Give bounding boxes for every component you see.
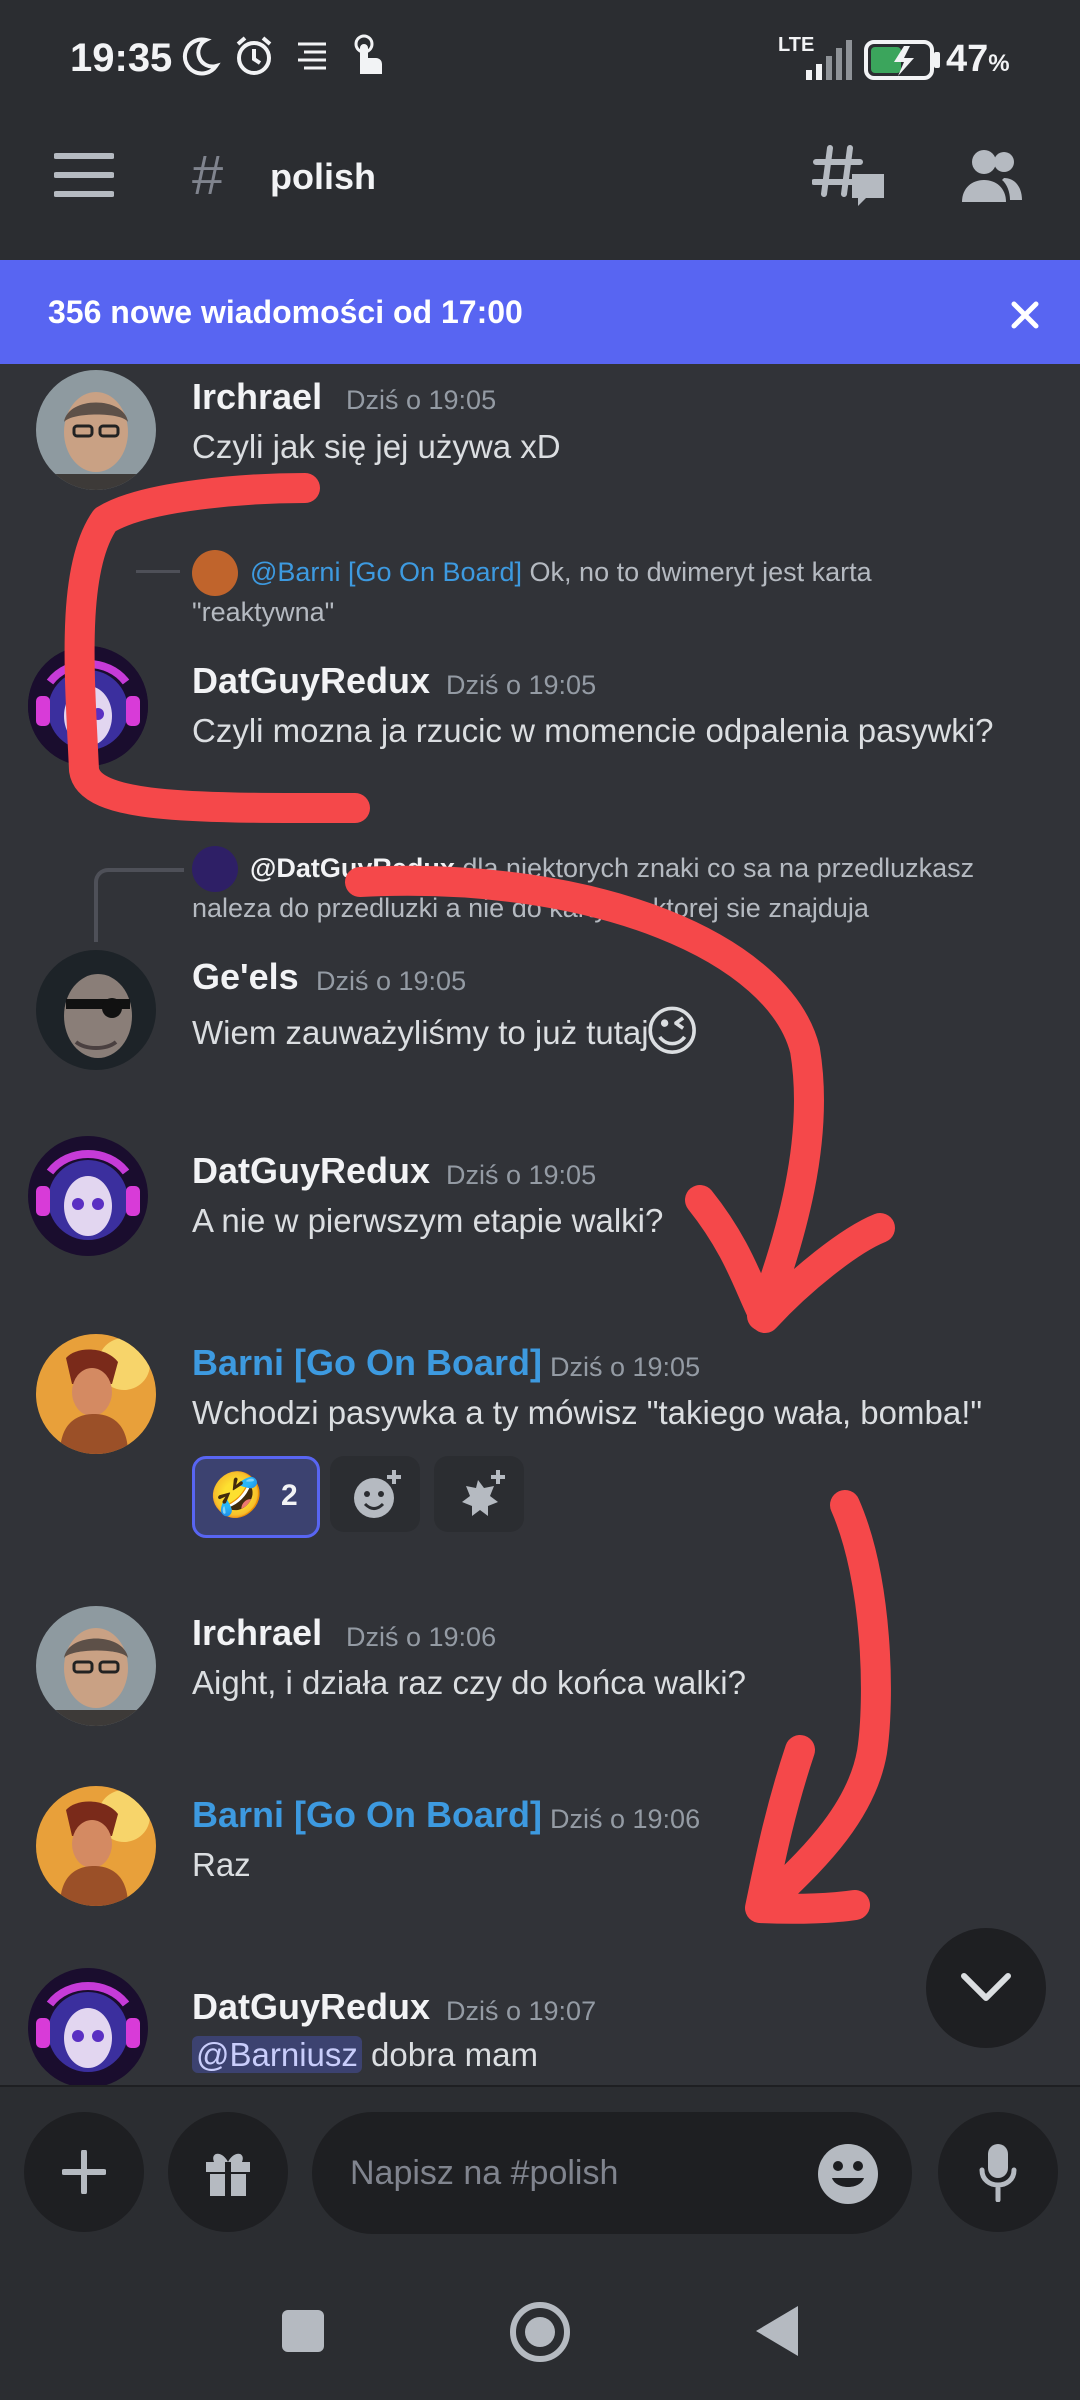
bracket-annotation [64,473,370,824]
avatar[interactable] [36,370,156,490]
avatar-datguyredux-image [28,1968,148,2088]
status-bar: 19:35 LTE 47% [0,0,1080,120]
message-author[interactable]: DatGuyRedux [192,1150,430,1192]
message-timestamp: Dziś o 19:07 [446,1996,597,2026]
home-icon[interactable] [508,2300,572,2364]
message-timestamp: Dziś o 19:05 [446,670,597,700]
down-arrow-annotation [745,1490,891,1924]
channel-name[interactable]: polish [270,156,376,198]
avatar-irchrael-image [36,370,156,490]
message-timestamp: Dziś o 19:05 [550,1352,701,1382]
threads-icon[interactable] [812,144,888,212]
message-text: @Barniusz dobra mam [192,2036,538,2074]
avatar-datguyredux-image [28,646,148,766]
back-icon[interactable] [754,2304,800,2358]
message-author[interactable]: Irchrael [192,376,322,418]
message-timestamp: Dziś o 19:05 [346,385,497,415]
reply-preview[interactable]: @DatGuyRedux dla niektorych znaki co sa … [192,848,1052,928]
reaction-chip[interactable]: 🤣 2 [192,1456,320,1538]
new-messages-text: 356 nowe wiadomości od 17:00 [48,294,523,330]
channel-hash-icon: # [192,143,224,206]
message-text: Raz [192,1846,251,1883]
curved-arrow-annotation [345,865,895,1333]
signal-icon [806,40,852,80]
avatar-barni-image [36,1786,156,1906]
channel-header [0,120,1080,260]
close-icon[interactable] [1010,300,1040,330]
wink-emoji: 😉 [644,1002,701,1062]
avatar-barni-image [36,1334,156,1454]
avatar-datguyredux-image [28,1136,148,1256]
message-timestamp: Dziś o 19:05 [316,966,467,996]
avatar[interactable] [36,950,156,1070]
reply-mention: @Barni [Go On Board] [250,557,523,587]
hamburger-menu-icon[interactable] [54,152,114,198]
microphone-icon [979,2144,1017,2202]
message-text: Czyli jak się jej używa xD [192,428,561,465]
message-author[interactable]: DatGuyRedux [192,1986,430,2028]
avatar[interactable] [28,1968,148,2088]
message-author[interactable]: Barni [Go On Board] [192,1794,542,1836]
touch-icon [354,34,382,74]
alarm-icon [236,36,272,75]
add-reaction-button[interactable] [330,1456,420,1532]
rofl-emoji: 🤣 [209,1471,264,1520]
message-author[interactable]: DatGuyRedux [192,660,430,702]
reply-connector [136,570,180,609]
add-super-reaction-button[interactable] [434,1456,524,1532]
reply-mention: @DatGuyRedux [250,853,455,883]
reply-preview[interactable]: @Barni [Go On Board] Ok, no to dwimeryt … [192,552,1042,632]
message-author[interactable]: Ge'els [192,956,299,998]
avatar[interactable] [36,1786,156,1906]
reply-snippet-cont: naleza do przedluzki a nie do karty na k… [192,893,869,923]
user-mention[interactable]: @Barniusz [192,2036,362,2073]
moon-icon [182,37,221,76]
avatar[interactable] [36,1334,156,1454]
message-text: A nie w pierwszym etapie walki? [192,1202,664,1239]
avatar[interactable] [36,1606,156,1726]
reply-connector [94,868,184,942]
emoji-picker-icon[interactable] [816,2142,880,2206]
reply-snippet-cont: "reaktywna" [192,597,335,627]
scroll-to-bottom-button[interactable] [926,1928,1046,2048]
gift-icon [206,2153,250,2196]
message-timestamp: Dziś o 19:06 [550,1804,701,1834]
add-reaction-icon [354,1470,401,1518]
voice-message-button[interactable] [938,2112,1058,2232]
reply-snippet: dla niektorych znaki co sa na przedluzka… [462,853,975,883]
gift-button[interactable] [168,2112,288,2232]
message-text: Wchodzi pasywka a ty mówisz "takiego wał… [192,1394,983,1431]
message-text: Czyli mozna ja rzucic w momencie odpalen… [192,712,994,749]
members-icon[interactable] [958,148,1024,204]
message-text: Wiem zauważyliśmy to już tutaj [192,1014,649,1051]
recents-icon[interactable] [282,2310,324,2352]
message-text: Aight, i działa raz czy do końca walki? [192,1664,746,1701]
reply-snippet: Ok, no to dwimeryt jest karta [529,557,872,587]
message-input-placeholder: Napisz na #polish [350,2154,619,2192]
plus-icon [62,2150,106,2194]
chevron-down-icon [961,1973,1011,2001]
message-author[interactable]: Barni [Go On Board] [192,1342,542,1384]
battery-icon [864,40,940,80]
status-time: 19:35 [70,36,173,80]
message-timestamp: Dziś o 19:06 [346,1622,497,1652]
reaction-count: 2 [281,1479,298,1512]
notification-list-icon [298,42,326,70]
attach-button[interactable] [24,2112,144,2232]
message-timestamp: Dziś o 19:05 [446,1160,597,1190]
avatar-irchrael-image [36,1606,156,1726]
battery-level: 47% [946,38,1010,80]
avatar-geels-image [36,950,156,1070]
avatar[interactable] [28,646,148,766]
avatar[interactable] [28,1136,148,1256]
super-reaction-icon [462,1470,505,1516]
message-author[interactable]: Irchrael [192,1612,322,1654]
